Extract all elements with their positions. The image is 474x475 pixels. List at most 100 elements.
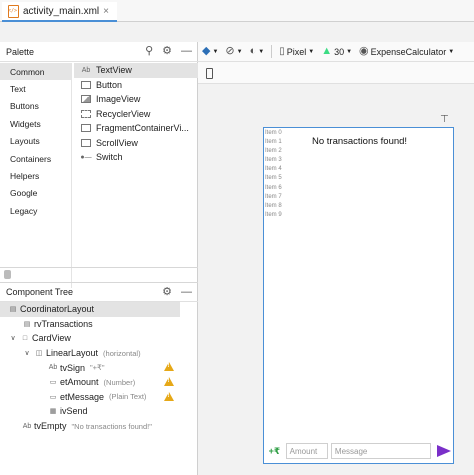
list-item: Item 2 — [265, 148, 282, 155]
tree-node-rvtransactions[interactable]: ▤ rvTransactions — [0, 317, 198, 332]
chevron-down-icon: ▼ — [212, 48, 219, 55]
design-toolbar: ◆ ▼ ⊘ ▼ ◐ ▼ ▯ Pixel ▼ ▲ 30 ▼ ◉ ExpenseCa… — [198, 42, 474, 62]
tree-node-hint: (Number) — [103, 377, 136, 387]
tree-node-label: etMessage — [60, 391, 105, 402]
widget-fragmentcontainerview[interactable]: FragmentContainerVi... — [74, 121, 198, 136]
image-icon — [81, 95, 91, 104]
design-surface-toggle[interactable]: ◆ ▼ — [202, 46, 218, 57]
tree-node-hint: "No transactions found!" — [71, 421, 152, 431]
input-bar-preview: +₹ Amount Message — [266, 441, 451, 461]
widget-switch[interactable]: ●— Switch — [74, 150, 198, 165]
tree-node-linearlayout[interactable]: ∨ ◫ LinearLayout (horizontal) — [0, 346, 198, 361]
chevron-down-icon: ▼ — [258, 48, 265, 55]
left-panel: Palette ⚲ ⚙ — Common Text Buttons Widget… — [0, 42, 198, 475]
api-label: 30 — [334, 46, 345, 57]
widget-imageview[interactable]: ImageView — [74, 92, 198, 107]
search-icon[interactable]: ⚲ — [145, 46, 153, 57]
amount-field[interactable]: Amount — [285, 443, 328, 459]
category-google[interactable]: Google — [0, 185, 71, 202]
text-icon: Ab — [48, 364, 58, 372]
device-frame-icon[interactable] — [206, 68, 213, 79]
tree-node-label: tvSign — [60, 362, 86, 373]
device-selector[interactable]: ▯ Pixel ▼ — [279, 45, 315, 57]
chevron-down-icon[interactable]: ∨ — [22, 349, 32, 357]
category-helpers[interactable]: Helpers — [0, 167, 71, 184]
component-tree-header: Component Tree ⚙ — — [0, 282, 198, 302]
minimize-icon[interactable]: — — [181, 286, 192, 298]
android-icon: ▲ — [321, 45, 333, 57]
scrollbar-thumb[interactable] — [4, 270, 11, 279]
list-icon: ▤ — [23, 320, 31, 328]
linear-layout-icon: ◫ — [35, 350, 43, 358]
palette-scrollbar[interactable] — [0, 267, 198, 280]
category-common[interactable]: Common — [0, 63, 71, 81]
edit-text-icon: ▭ — [49, 393, 57, 401]
editor-tab[interactable]: activity_main.xml × — [2, 2, 117, 22]
tree-node-label: etAmount — [60, 377, 99, 388]
widget-label: ScrollView — [96, 137, 138, 148]
widget-recyclerview[interactable]: RecyclerView — [74, 107, 198, 122]
send-icon[interactable] — [437, 445, 451, 457]
xml-file-icon — [8, 4, 19, 18]
tree-node-tvempty[interactable]: Ab tvEmpty "No transactions found!" — [0, 419, 198, 434]
category-layouts[interactable]: Layouts — [0, 133, 71, 150]
warning-icon[interactable] — [164, 376, 174, 386]
tree-node-hint: (Plain Text) — [109, 392, 147, 402]
orientation-toggle[interactable]: ⊘ ▼ — [225, 46, 242, 57]
component-tree-title: Component Tree — [6, 287, 74, 297]
chevron-down-icon: ▼ — [308, 48, 315, 55]
category-text[interactable]: Text — [0, 80, 71, 97]
chevron-down-icon: ▼ — [236, 48, 243, 55]
list-item: Item 0 — [265, 130, 282, 136]
tree-node-etmessage[interactable]: ▭ etMessage (Plain Text) — [0, 390, 198, 405]
api-selector[interactable]: ▲ 30 ▼ — [321, 46, 352, 57]
palette-widgets: Ab TextView Button ImageView RecyclerVie… — [74, 63, 198, 183]
widget-textview[interactable]: Ab TextView — [74, 63, 198, 78]
device-preview[interactable]: Item 0 Item 1 Item 2 Item 3 Item 4 Item … — [263, 127, 454, 464]
phone-icon: ▯ — [279, 45, 285, 57]
tree-node-cardview[interactable]: ∨ □ CardView — [0, 331, 198, 346]
chevron-down-icon: ▼ — [448, 48, 455, 55]
tree-node-tvsign[interactable]: Ab tvSign "+₹" — [0, 360, 198, 375]
list-item: Item 4 — [265, 166, 282, 173]
edit-text-icon: ▭ — [49, 379, 57, 387]
chevron-down-icon[interactable]: ∨ — [8, 334, 18, 342]
toolbar-divider — [271, 45, 273, 58]
night-mode-toggle[interactable]: ◐ ▼ — [250, 46, 265, 57]
palette-categories: Common Text Buttons Widgets Layouts Cont… — [0, 63, 72, 288]
gear-icon[interactable]: ⚙ — [162, 46, 172, 57]
layout-icon: ▤ — [9, 306, 17, 314]
warning-icon[interactable] — [164, 362, 174, 372]
text-icon: Ab — [81, 66, 91, 74]
category-legacy[interactable]: Legacy — [0, 202, 71, 219]
widget-label: ImageView — [96, 94, 141, 105]
widget-label: Switch — [96, 152, 123, 163]
tree-node-label: ivSend — [60, 406, 88, 417]
rotate-icon: ⊘ — [225, 45, 235, 57]
widget-button[interactable]: Button — [74, 78, 198, 93]
widget-scrollview[interactable]: ScrollView — [74, 136, 198, 151]
close-icon[interactable]: × — [103, 6, 109, 17]
category-containers[interactable]: Containers — [0, 150, 71, 167]
message-field[interactable]: Message — [330, 443, 431, 459]
list-item: Item 9 — [265, 211, 282, 218]
tree-node-coordinatorlayout[interactable]: ▤ CoordinatorLayout — [0, 302, 180, 317]
widget-label: RecyclerView — [96, 108, 151, 119]
palette-header: Palette ⚲ ⚙ — — [0, 42, 198, 62]
button-icon — [81, 80, 91, 89]
warning-icon[interactable] — [164, 391, 174, 401]
category-buttons[interactable]: Buttons — [0, 98, 71, 115]
tree-node-etamount[interactable]: ▭ etAmount (Number) — [0, 375, 198, 390]
pin-icon[interactable]: ⊤ — [440, 114, 449, 125]
sign-text: +₹ — [268, 445, 281, 456]
secondary-toolbar — [198, 62, 474, 84]
theme-selector[interactable]: ◉ ExpenseCalculator ▼ — [359, 46, 454, 57]
list-item: Item 3 — [265, 157, 282, 164]
editor-tab-label: activity_main.xml — [23, 5, 100, 17]
minimize-icon[interactable]: — — [181, 46, 192, 57]
gear-icon[interactable]: ⚙ — [162, 286, 172, 298]
tree-node-ivsend[interactable]: ▦ ivSend — [0, 404, 198, 419]
category-widgets[interactable]: Widgets — [0, 115, 71, 132]
list-icon — [81, 109, 91, 118]
card-icon: □ — [22, 334, 28, 342]
